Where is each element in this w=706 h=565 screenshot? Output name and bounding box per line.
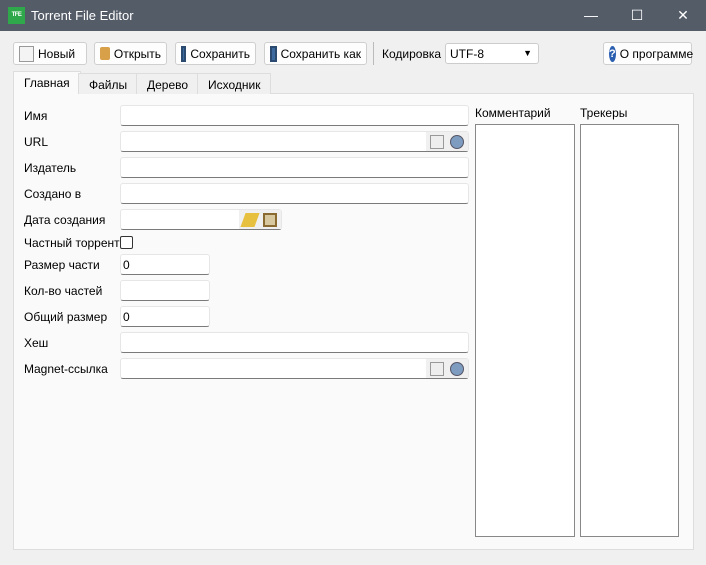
- trackers-label: Трекеры: [580, 106, 628, 120]
- help-icon: ?: [609, 45, 616, 62]
- close-button[interactable]: ✕: [660, 0, 706, 31]
- tab-main[interactable]: Главная: [13, 71, 81, 94]
- open-button[interactable]: Открыть: [94, 42, 167, 65]
- hash-input[interactable]: [120, 332, 469, 353]
- piece-size-input[interactable]: 0: [120, 254, 210, 275]
- url-input[interactable]: [120, 131, 469, 152]
- chevron-down-icon: ▼: [523, 48, 532, 58]
- creation-date-label: Дата создания: [24, 213, 106, 227]
- publisher-label: Издатель: [24, 161, 77, 175]
- created-by-input[interactable]: [120, 183, 469, 204]
- private-label: Частный торрент: [24, 236, 120, 250]
- floppy-icon: [181, 45, 187, 62]
- app-logo-icon: TFE: [8, 7, 25, 24]
- new-button[interactable]: Новый: [13, 42, 87, 65]
- created-by-label: Создано в: [24, 187, 82, 201]
- url-label: URL: [24, 135, 49, 149]
- new-label: Новый: [38, 46, 76, 61]
- open-label: Открыть: [113, 46, 161, 61]
- save-button[interactable]: Сохранить: [175, 42, 256, 65]
- tab-tree[interactable]: Дерево: [136, 73, 200, 94]
- copy-icon[interactable]: [430, 134, 444, 149]
- magnet-label: Magnet-ссылка: [24, 362, 108, 376]
- tab-files[interactable]: Файлы: [78, 73, 139, 94]
- save-label: Сохранить: [190, 46, 250, 61]
- save-as-button[interactable]: Сохранить как: [264, 42, 367, 65]
- comment-label: Комментарий: [475, 106, 551, 120]
- title-bar: TFE Torrent File Editor — ☐ ✕: [0, 0, 706, 31]
- new-file-icon: [19, 45, 34, 62]
- folder-icon: [100, 47, 110, 60]
- floppy-icon: [270, 45, 277, 62]
- trackers-textarea[interactable]: [580, 124, 679, 537]
- about-button[interactable]: ? О программе: [603, 42, 694, 65]
- creation-date-input[interactable]: [120, 209, 282, 230]
- hash-label: Хеш: [24, 336, 49, 350]
- toolbar-separator: [373, 42, 374, 65]
- publisher-input[interactable]: [120, 157, 469, 178]
- comment-textarea[interactable]: [475, 124, 575, 537]
- piece-size-label: Размер части: [24, 258, 100, 272]
- tab-source[interactable]: Исходник: [197, 73, 272, 94]
- globe-icon[interactable]: [450, 361, 464, 376]
- private-checkbox[interactable]: [120, 236, 133, 249]
- broom-icon[interactable]: [240, 212, 260, 227]
- calendar-icon[interactable]: [263, 212, 277, 227]
- piece-count-label: Кол-во частей: [24, 284, 103, 298]
- encoding-label: Кодировка: [382, 47, 442, 61]
- magnet-input[interactable]: [120, 358, 469, 379]
- encoding-value: UTF-8: [450, 47, 484, 61]
- globe-icon[interactable]: [450, 134, 464, 149]
- maximize-button[interactable]: ☐: [614, 0, 660, 31]
- save-as-label: Сохранить как: [280, 46, 361, 61]
- total-size-input[interactable]: 0: [120, 306, 210, 327]
- about-label: О программе: [619, 46, 694, 61]
- total-size-label: Общий размер: [24, 310, 108, 324]
- name-label: Имя: [24, 109, 48, 123]
- encoding-select[interactable]: UTF-8 ▼: [445, 43, 539, 64]
- window-title: Torrent File Editor: [31, 8, 134, 23]
- minimize-button[interactable]: —: [568, 0, 614, 31]
- piece-count-input[interactable]: [120, 280, 210, 301]
- name-input[interactable]: [120, 105, 469, 126]
- copy-icon[interactable]: [430, 361, 444, 376]
